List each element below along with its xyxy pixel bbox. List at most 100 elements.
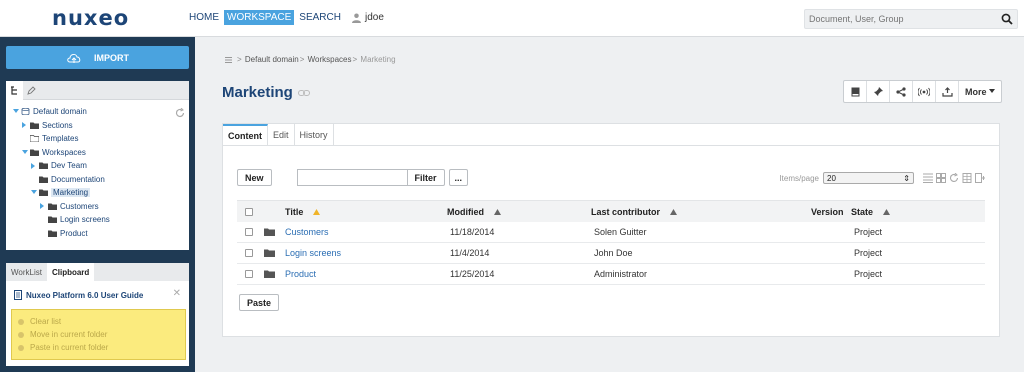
row-checkbox[interactable] bbox=[245, 249, 253, 257]
folder-icon bbox=[48, 230, 57, 237]
items-per-page-value: 20 bbox=[827, 173, 836, 183]
user-icon bbox=[351, 13, 361, 23]
move-action[interactable]: Move in current folder bbox=[18, 328, 185, 341]
list-view-icon[interactable] bbox=[923, 173, 933, 183]
clipboard-document[interactable]: Nuxeo Platform 6.0 User Guide bbox=[14, 290, 143, 300]
tree-node-label: Templates bbox=[42, 134, 79, 144]
add-column-icon[interactable] bbox=[975, 173, 985, 183]
row-title-link[interactable]: Product bbox=[285, 269, 450, 279]
subscribe-button[interactable] bbox=[913, 81, 936, 102]
table-row[interactable]: Login screens 11/4/2014 John Doe Project bbox=[237, 243, 985, 264]
tree-node[interactable]: Dev Team bbox=[6, 159, 189, 173]
page-title: Marketing bbox=[222, 84, 310, 101]
tree-node[interactable]: Workspaces bbox=[6, 146, 189, 160]
document-tabs: Content Edit History bbox=[223, 124, 999, 146]
tab-content[interactable]: Content bbox=[223, 124, 268, 145]
collapsed-arrow-icon[interactable] bbox=[30, 162, 37, 169]
content-toolbar: New Filter ... bbox=[237, 169, 469, 186]
tab-edit[interactable]: Edit bbox=[268, 124, 295, 145]
tab-tree[interactable] bbox=[6, 81, 23, 100]
tab-worklist[interactable]: WorkList bbox=[6, 263, 47, 281]
global-search bbox=[804, 9, 1018, 29]
nuxeo-logo[interactable]: nuxeo bbox=[52, 6, 129, 30]
tree-node[interactable]: Templates bbox=[6, 132, 189, 146]
tree-node[interactable]: Customers bbox=[6, 200, 189, 214]
navigation-tree: Default domain Sections Templates Workspace… bbox=[6, 100, 189, 240]
tree-node[interactable]: Login screens bbox=[6, 213, 189, 227]
tree-node[interactable]: Documentation bbox=[6, 173, 189, 187]
spreadsheet-icon[interactable] bbox=[962, 173, 972, 183]
clear-list-action[interactable]: Clear list bbox=[18, 315, 185, 328]
expanded-arrow-icon[interactable] bbox=[21, 149, 28, 156]
permalink-icon[interactable] bbox=[297, 89, 310, 96]
table-body: Customers 11/18/2014 Solen Guitter Proje… bbox=[237, 222, 985, 285]
folder-icon bbox=[39, 189, 48, 197]
thumbnail-view-icon[interactable] bbox=[936, 173, 946, 183]
share-button[interactable] bbox=[890, 81, 913, 102]
breadcrumb-workspaces[interactable]: Workspaces bbox=[308, 55, 352, 64]
folder-icon bbox=[264, 270, 282, 278]
tab-history[interactable]: History bbox=[295, 124, 334, 145]
expanded-arrow-icon[interactable] bbox=[30, 189, 37, 196]
nav-workspace[interactable]: WORKSPACE bbox=[224, 10, 295, 25]
export-button[interactable] bbox=[936, 81, 959, 102]
user-menu[interactable]: jdoe bbox=[351, 12, 384, 23]
row-checkbox[interactable] bbox=[245, 270, 253, 278]
collapsed-arrow-icon[interactable] bbox=[39, 203, 46, 210]
more-menu-button[interactable]: More bbox=[959, 81, 1001, 102]
row-title-link[interactable]: Login screens bbox=[285, 248, 450, 258]
paste-icon bbox=[18, 344, 24, 351]
table-row[interactable]: Customers 11/18/2014 Solen Guitter Proje… bbox=[237, 222, 985, 243]
select-all-checkbox[interactable] bbox=[245, 207, 253, 216]
paste-action[interactable]: Paste in current folder bbox=[18, 341, 185, 354]
tree-node-label: Documentation bbox=[51, 174, 105, 184]
book-icon bbox=[851, 87, 859, 96]
column-modified[interactable]: Modified bbox=[447, 207, 591, 217]
refresh-icon[interactable] bbox=[949, 173, 959, 183]
more-filters-button[interactable]: ... bbox=[448, 169, 469, 186]
folder-icon bbox=[39, 162, 48, 170]
table-row[interactable]: Product 11/25/2014 Administrator Project bbox=[237, 264, 985, 285]
tab-clipboard[interactable]: Clipboard bbox=[46, 263, 95, 281]
upload-cloud-icon bbox=[67, 53, 81, 63]
expanded-arrow-icon[interactable] bbox=[12, 108, 19, 115]
tree-node[interactable]: Sections bbox=[6, 119, 189, 133]
share-icon bbox=[896, 86, 906, 97]
menu-icon[interactable] bbox=[225, 56, 232, 63]
nav-search[interactable]: SEARCH bbox=[296, 10, 344, 25]
items-per-page: Items/page 20 ⇕ bbox=[779, 172, 985, 184]
search-icon[interactable] bbox=[1001, 13, 1013, 25]
breadcrumb-sep: > bbox=[352, 55, 358, 64]
folder-icon bbox=[39, 176, 48, 183]
paste-button[interactable]: Paste bbox=[239, 294, 280, 311]
nav-home[interactable]: HOME bbox=[186, 10, 222, 25]
tree-node-label: Customers bbox=[60, 201, 99, 211]
items-per-page-select[interactable]: 20 ⇕ bbox=[823, 172, 914, 184]
folder-icon bbox=[30, 149, 39, 156]
pin-button[interactable] bbox=[867, 81, 890, 102]
import-button[interactable]: IMPORT bbox=[6, 46, 189, 69]
new-button[interactable]: New bbox=[237, 169, 272, 186]
search-input[interactable] bbox=[805, 10, 990, 28]
column-title[interactable]: Title bbox=[285, 207, 447, 217]
clear-list-label: Clear list bbox=[30, 317, 62, 326]
column-contributor[interactable]: Last contributor bbox=[591, 207, 811, 217]
tree-node[interactable]: Default domain bbox=[6, 105, 189, 119]
tree-node-label: Dev Team bbox=[51, 161, 87, 171]
column-state-label: State bbox=[851, 206, 874, 217]
breadcrumb-default-domain[interactable]: Default domain bbox=[245, 55, 299, 64]
filter-input[interactable] bbox=[296, 169, 407, 186]
tree-node[interactable]: Product bbox=[6, 227, 189, 241]
tree-node[interactable]: Marketing bbox=[6, 186, 189, 200]
tab-tags[interactable] bbox=[23, 81, 40, 100]
breadcrumb-sep: > bbox=[299, 55, 305, 64]
close-icon[interactable]: ✕ bbox=[173, 288, 181, 299]
add-to-collection-button[interactable] bbox=[844, 81, 867, 102]
filter-button[interactable]: Filter bbox=[406, 169, 445, 186]
folder-icon bbox=[48, 203, 57, 210]
row-title-link[interactable]: Customers bbox=[285, 227, 450, 237]
collapsed-arrow-icon[interactable] bbox=[21, 122, 28, 129]
column-state[interactable]: State bbox=[851, 207, 911, 217]
row-checkbox[interactable] bbox=[245, 228, 253, 236]
